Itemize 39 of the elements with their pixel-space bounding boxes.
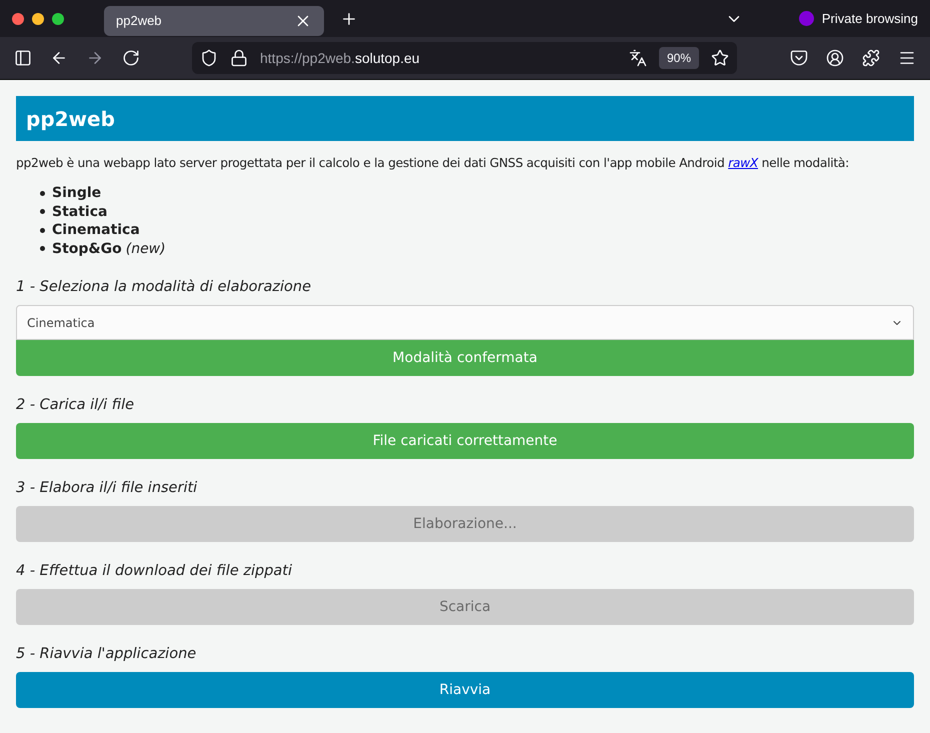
bullet-icon <box>40 209 45 214</box>
close-window-icon[interactable] <box>12 12 24 24</box>
step-button[interactable]: Riavvia <box>16 672 914 708</box>
step-heading: 5 - Riavvia l'applicazione <box>16 645 198 664</box>
bullet-icon <box>40 190 45 196</box>
bookmark-star-icon[interactable] <box>711 49 729 67</box>
intro-paragraph: pp2web è una webapp lato server progettata per il calcolo e la gestione dei dati GNSS acquisiti con l'app mobile Android rawX nelle modalità: <box>16 155 850 171</box>
step-heading: 1 - Seleziona la modalità di elaborazione <box>16 278 312 297</box>
minimize-window-icon[interactable] <box>32 12 44 24</box>
zoom-level[interactable]: 90% <box>658 47 699 69</box>
translate-icon[interactable] <box>628 49 647 67</box>
mode-item: Stop&Go (new) <box>52 240 166 258</box>
bullet-icon <box>40 246 45 252</box>
mode-select[interactable]: Cinematica <box>16 305 914 340</box>
private-browsing-label: Private browsing <box>822 10 918 28</box>
step-heading: 3 - Elabora il/i file inseriti <box>16 479 198 498</box>
lock-icon[interactable] <box>230 49 248 67</box>
bullet-icon <box>40 228 45 233</box>
menu-icon[interactable] <box>898 49 916 67</box>
tab-title: pp2web <box>116 12 162 30</box>
browser-tab[interactable]: pp2web <box>104 6 324 36</box>
back-icon[interactable] <box>50 49 68 67</box>
sidebar-icon[interactable] <box>14 49 32 67</box>
mode-item: Statica <box>52 202 108 221</box>
address-bar[interactable]: https://pp2web.solutop.eu 90% <box>192 42 737 74</box>
reload-icon[interactable] <box>122 49 140 67</box>
step-heading: 2 - Carica il/i file <box>16 396 136 415</box>
extensions-icon[interactable] <box>862 49 880 67</box>
forward-icon[interactable] <box>86 49 104 67</box>
pocket-icon[interactable] <box>790 49 808 67</box>
page-header: pp2web <box>16 96 914 141</box>
mode-item: Single <box>52 184 102 202</box>
shield-icon[interactable] <box>200 49 218 67</box>
rawx-link[interactable]: rawX <box>728 156 758 170</box>
account-icon[interactable] <box>826 49 844 67</box>
url-text: https://pp2web.solutop.eu <box>260 48 420 68</box>
mode-item: Cinematica <box>52 221 140 240</box>
step-heading: 4 - Effettua il download dei file zippati <box>16 562 294 581</box>
maximize-window-icon[interactable] <box>52 12 64 24</box>
